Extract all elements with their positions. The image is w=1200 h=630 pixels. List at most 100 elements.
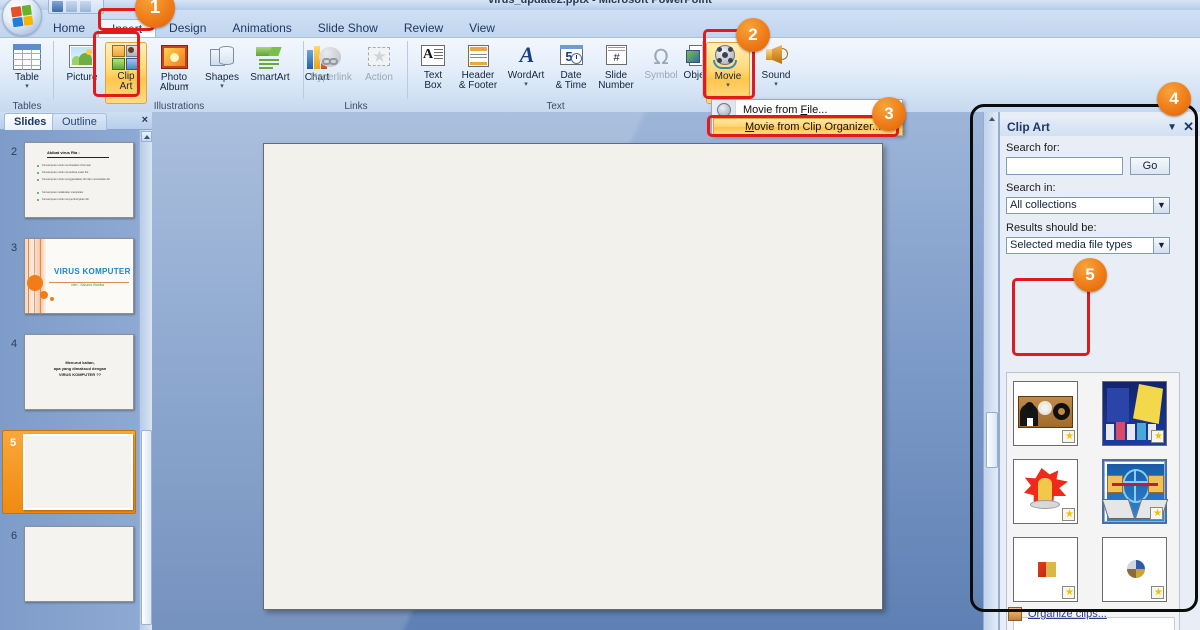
slide-number-icon: # [601,44,631,70]
text-box-button[interactable]: A Text Box [408,44,458,91]
slide-number-button-label-2: Number [598,80,634,91]
slide-thumbnail[interactable]: Akibat virus Ria : Kemampuan untuk membu… [24,142,134,218]
slide-thumbnail-list[interactable]: 2 Akibat virus Ria : Kemampuan untuk mem… [0,130,138,630]
sound-dropdown-arrow[interactable]: ▾ [751,81,801,88]
scroll-up-arrow-icon[interactable] [986,113,998,125]
photo-album-button-label-2: Album [159,82,189,93]
group-label-links: Links [344,101,368,112]
slide-thumbnail[interactable]: Menurut kalian, apa yang dimaksud dengan… [24,334,134,410]
hyperlink-button[interactable]: Hyperlink [306,44,356,83]
table-dropdown-arrow[interactable]: ▾ [2,83,52,90]
chevron-down-icon[interactable]: ▼ [1153,198,1169,213]
slide-thumbnail[interactable] [24,526,134,602]
scrollbar-thumb[interactable] [986,412,998,468]
results-should-be-value: Selected media file types [1010,239,1133,251]
clip-art-thumbnail[interactable]: ★ [1102,537,1167,602]
scroll-up-arrow-icon[interactable] [141,131,152,142]
clip-art-thumbnail[interactable]: ★ [1013,537,1078,602]
tab-animations[interactable]: Animations [219,19,304,38]
current-slide-canvas[interactable] [263,143,883,610]
media-type-icon: ★ [1062,508,1075,521]
task-pane-header: Clip Art ▼ ✕ [1000,118,1200,136]
step-badge-3: 3 [872,97,906,131]
thumb-bullet: Kemampuan untuk memeriksa suatu file [42,171,89,174]
office-button[interactable] [2,0,42,36]
list-item[interactable]: 3 VIRUS KOMPUTER oleh : Sahana Wahiba [6,238,134,318]
smartart-icon [255,44,285,72]
thumb-bullet: Kemampuan untuk membuatkan informasi [42,164,91,167]
go-button[interactable]: Go [1130,157,1170,175]
tab-view[interactable]: View [456,19,508,38]
thumb-line: apa yang dimaksud dengan [53,366,107,371]
shapes-icon [207,44,237,72]
quick-access-toolbar[interactable] [48,0,104,14]
task-pane-outer-scrollbar[interactable] [985,112,999,630]
undo-icon[interactable] [66,1,77,12]
hyperlink-button-label: Hyperlink [310,72,352,83]
search-input[interactable] [1006,157,1123,175]
date-time-button-label-2: & Time [555,80,587,91]
media-type-icon: ★ [1151,586,1164,599]
list-item[interactable]: 6 [6,526,134,606]
media-type-icon: ★ [1150,507,1163,520]
save-icon[interactable] [52,1,63,12]
shapes-dropdown-arrow[interactable]: ▾ [197,83,247,90]
highlight-clip-thumbnail [1012,278,1090,356]
close-icon[interactable]: ✕ [1183,119,1194,135]
wordart-dropdown-arrow[interactable]: ▾ [501,81,551,88]
table-button-label: Table [15,72,39,83]
thumb-subtitle: oleh : Sahana Wahiba [71,283,105,287]
slide-number-button[interactable]: # Slide Number [591,44,641,91]
chevron-down-icon[interactable]: ▼ [1153,238,1169,253]
chevron-down-icon[interactable]: ▼ [1167,122,1177,133]
slide-number: 2 [10,146,18,158]
tab-review[interactable]: Review [391,19,456,38]
table-button[interactable]: Table ▾ [2,44,52,90]
text-box-icon: A [418,44,448,70]
ribbon: Home Insert Design Animations Slide Show… [0,0,1200,113]
list-item[interactable]: 2 Akibat virus Ria : Kemampuan untuk mem… [6,142,134,222]
office-logo-icon [10,4,34,28]
slides-panel-scrollbar[interactable] [139,130,152,630]
clip-art-task-pane[interactable]: Clip Art ▼ ✕ Search for: Go Search in: A… [999,112,1200,630]
photo-album-button[interactable]: Photo Album ▾ [149,44,199,93]
ribbon-group-illustrations: Picture Clip Art Photo Album ▾ Shapes ▾ … [54,38,329,113]
close-slides-panel-icon[interactable]: × [142,114,148,126]
photo-album-dropdown-arrow[interactable]: ▾ [185,83,189,90]
action-button[interactable]: Action [354,44,404,83]
search-in-dropdown[interactable]: All collections ▼ [1006,197,1170,214]
shapes-button[interactable]: Shapes ▾ [197,44,247,90]
sound-button-label: Sound [761,70,791,81]
smartart-button[interactable]: SmartArt [245,44,295,83]
clip-art-thumbnail[interactable]: ★ [1013,459,1078,524]
organize-clips-row[interactable]: Organize clips... [1006,606,1194,624]
step-badge-5: 5 [1073,258,1107,292]
action-button-label: Action [365,72,393,83]
ribbon-group-tables: Table ▾ Tables [0,38,54,113]
date-time-button[interactable]: 5 Date & Time [546,44,596,91]
list-item[interactable]: 4 Menurut kalian, apa yang dimaksud deng… [6,334,134,414]
clip-art-thumbnail[interactable]: ★ [1102,381,1167,446]
action-icon [364,44,394,72]
wordart-button[interactable]: A WordArt ▾ [501,44,551,89]
header-footer-button-label-2: & Footer [458,80,498,91]
slides-outline-tabs: Slides Outline × [0,112,152,130]
header-footer-button[interactable]: Header & Footer [453,44,503,91]
clip-art-thumbnail[interactable]: ★ [1013,381,1078,446]
slide-number: 4 [10,338,18,350]
tab-slide-show[interactable]: Slide Show [305,19,391,38]
clip-art-thumbnail[interactable]: ★ [1101,459,1169,524]
list-item[interactable]: 5 [2,430,136,514]
symbol-icon: Ω [653,45,669,69]
slide-thumbnail[interactable]: VIRUS KOMPUTER oleh : Sahana Wahiba [24,238,134,314]
step-badge-4: 4 [1157,82,1191,116]
tab-outline[interactable]: Outline [52,113,107,130]
scrollbar-thumb[interactable] [141,430,152,625]
organize-clips-link[interactable]: Organize clips... [1028,608,1107,620]
redo-icon[interactable] [80,1,91,12]
results-should-be-dropdown[interactable]: Selected media file types ▼ [1006,237,1170,254]
tab-slides[interactable]: Slides [4,113,57,130]
slide-thumbnail[interactable] [23,434,133,510]
clip-art-results-grid[interactable]: ★ ★ ★ ★ ★ ★ [1006,372,1180,630]
tab-home[interactable]: Home [40,19,98,38]
